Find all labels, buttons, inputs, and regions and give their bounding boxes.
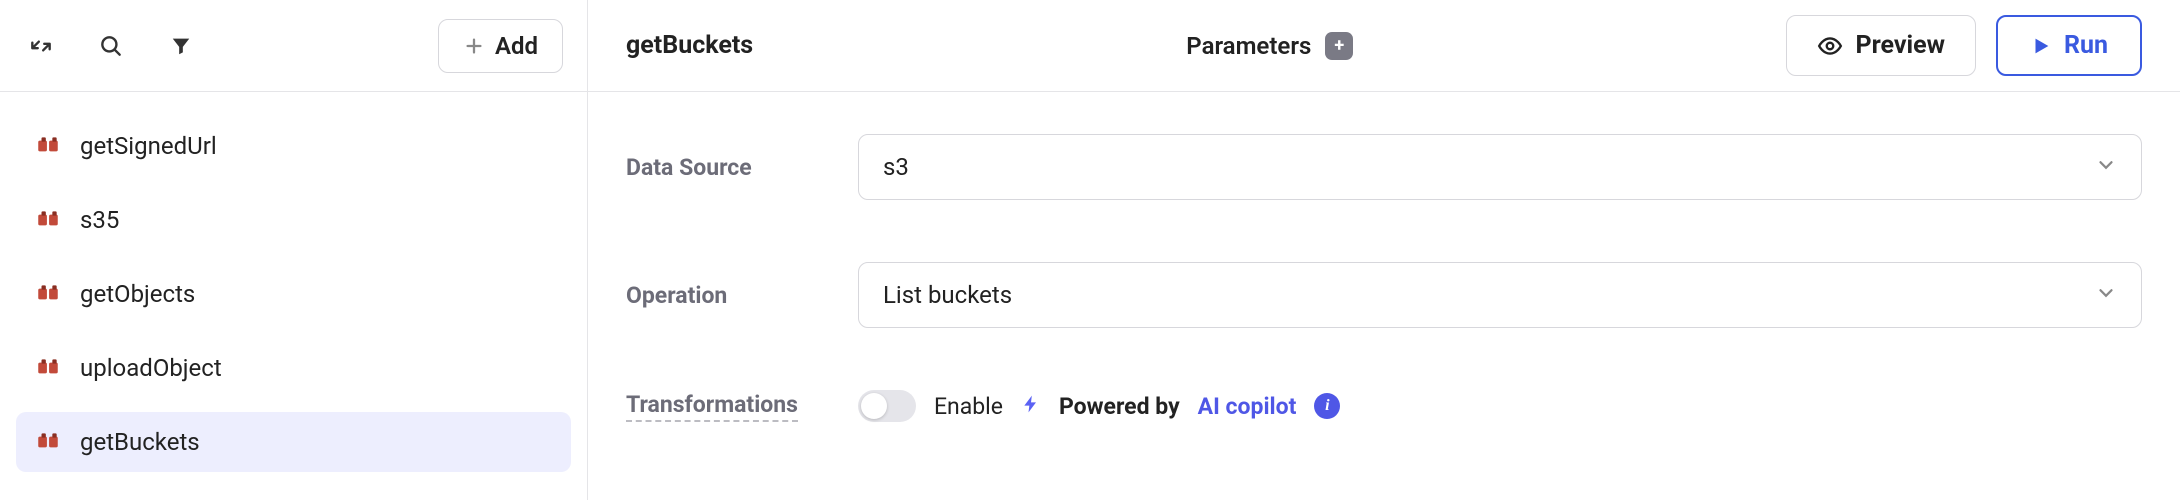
form-area: Data Source s3 Operation List buckets Tr… [588, 92, 2180, 464]
query-icon [34, 428, 62, 456]
transformations-controls: Enable Powered by AI copilot i [858, 390, 1340, 422]
preview-button[interactable]: Preview [1786, 15, 1976, 76]
sidebar-item-uploadobject[interactable]: uploadObject [16, 338, 571, 398]
data-source-row: Data Source s3 [626, 134, 2142, 200]
query-icon [34, 354, 62, 382]
sidebar-item-getbuckets[interactable]: getBuckets [16, 412, 571, 472]
header-center: Parameters + [773, 32, 1766, 60]
query-title: getBuckets [626, 31, 753, 60]
chevron-down-icon [2095, 282, 2117, 308]
query-item-label: getBuckets [80, 428, 200, 456]
sidebar: Add getSignedUrl s35 getObjects uploa [0, 0, 588, 500]
data-source-select[interactable]: s3 [858, 134, 2142, 200]
operation-value: List buckets [883, 281, 1012, 309]
preview-button-label: Preview [1855, 31, 1945, 60]
query-list: getSignedUrl s35 getObjects uploadObject… [0, 92, 587, 496]
enable-toggle[interactable] [858, 390, 916, 422]
transformations-label: Transformations [626, 391, 798, 422]
operation-row: Operation List buckets [626, 262, 2142, 328]
info-icon[interactable]: i [1314, 393, 1340, 419]
operation-select[interactable]: List buckets [858, 262, 2142, 328]
query-icon [34, 132, 62, 160]
collapse-icon[interactable] [24, 29, 58, 63]
enable-label: Enable [934, 393, 1003, 420]
main-panel: getBuckets Parameters + Preview Run Data… [588, 0, 2180, 500]
transformations-row: Transformations Enable Powered by AI cop… [626, 390, 2142, 422]
add-button[interactable]: Add [438, 19, 563, 73]
add-button-label: Add [495, 32, 538, 60]
data-source-label: Data Source [626, 154, 858, 181]
filter-icon[interactable] [164, 29, 198, 63]
sidebar-item-getsignedurl[interactable]: getSignedUrl [16, 116, 571, 176]
query-item-label: getSignedUrl [80, 132, 217, 160]
sidebar-toolbar: Add [0, 0, 587, 92]
toggle-knob [861, 393, 887, 419]
search-icon[interactable] [94, 29, 128, 63]
sidebar-item-s35[interactable]: s35 [16, 190, 571, 250]
play-icon [2030, 35, 2052, 57]
eye-icon [1817, 33, 1843, 59]
query-item-label: s35 [80, 206, 119, 234]
parameters-label: Parameters [1186, 32, 1311, 60]
query-icon [34, 206, 62, 234]
run-button-label: Run [2064, 31, 2108, 60]
run-button[interactable]: Run [1996, 15, 2142, 76]
sidebar-item-getobjects[interactable]: getObjects [16, 264, 571, 324]
chevron-down-icon [2095, 154, 2117, 180]
query-icon [34, 280, 62, 308]
header-actions: Preview Run [1786, 15, 2142, 76]
add-parameter-button[interactable]: + [1325, 32, 1353, 60]
main-header: getBuckets Parameters + Preview Run [588, 0, 2180, 92]
query-item-label: uploadObject [80, 354, 222, 382]
bolt-icon [1021, 392, 1041, 420]
powered-by-label: Powered by [1059, 393, 1180, 420]
query-item-label: getObjects [80, 280, 195, 308]
operation-label: Operation [626, 282, 858, 309]
ai-copilot-link[interactable]: AI copilot [1198, 393, 1297, 420]
plus-icon [463, 35, 485, 57]
toolbar-left [24, 29, 198, 63]
data-source-value: s3 [883, 153, 909, 181]
